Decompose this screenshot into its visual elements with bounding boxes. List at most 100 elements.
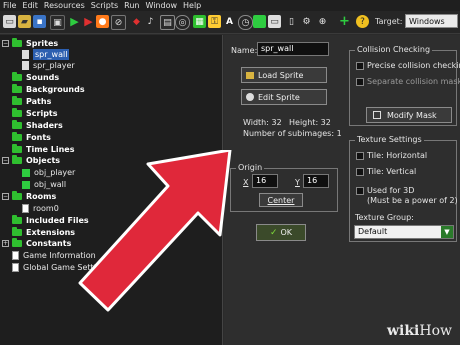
expand-icon[interactable]: + (2, 240, 9, 247)
folder-icon (12, 38, 22, 47)
help-icon[interactable]: ? (356, 15, 369, 28)
timeline-icon[interactable]: ◷ (238, 15, 253, 30)
sprite-file-icon (22, 61, 29, 70)
tree-item-spr-player[interactable]: spr_player (22, 60, 75, 71)
document-icon (12, 263, 19, 272)
subimages-text: Number of subimages: 1 (243, 129, 342, 138)
used-3d-checkbox[interactable] (356, 187, 364, 195)
separate-masks-label: Separate collision masks (367, 77, 460, 86)
new-document-icon[interactable]: ▭ (3, 15, 16, 28)
package-icon[interactable]: ▣ (50, 15, 65, 30)
sprite-file-icon (22, 50, 29, 59)
edit-sprite-icon (246, 93, 254, 101)
shader-icon[interactable]: ⚿ (208, 15, 221, 28)
folder-icon (12, 227, 22, 236)
sound-icon[interactable]: ♪ (144, 15, 157, 28)
menu-resources[interactable]: Resources (41, 0, 88, 11)
tree-item-room0[interactable]: room0 (22, 203, 59, 214)
room-icon[interactable]: ▭ (268, 15, 281, 28)
precise-collision-label: Precise collision checking (367, 61, 460, 70)
object-green-icon (22, 168, 30, 177)
tree-item-spr-wall[interactable]: spr_wall (22, 49, 70, 60)
menu-window[interactable]: Window (142, 0, 180, 11)
ok-button[interactable]: ✓ OK (256, 224, 306, 241)
collapse-icon[interactable]: − (2, 193, 9, 200)
stop-icon[interactable]: ● (96, 15, 109, 28)
add-icon[interactable]: + (338, 14, 351, 29)
room-file-icon (22, 204, 29, 213)
tile-horizontal-label: Tile: Horizontal (367, 151, 428, 160)
height-text: Height: 32 (289, 118, 331, 127)
folder-icon (12, 191, 22, 200)
folder-icon (12, 108, 22, 117)
dropdown-arrow-icon[interactable]: ▼ (441, 226, 453, 238)
save-icon[interactable]: ▪ (33, 15, 46, 28)
menu-bar: File Edit Resources Scripts Run Window H… (0, 0, 460, 11)
object-green-icon (22, 180, 30, 189)
collapse-icon[interactable]: − (2, 40, 9, 47)
wikihow-watermark: wikiHow (386, 323, 452, 339)
tree-item-sounds[interactable]: Sounds (12, 72, 59, 83)
folder-icon (12, 215, 22, 224)
tree-item-objects[interactable]: − Objects (2, 155, 60, 166)
width-text: Width: 32 (243, 118, 282, 127)
tree-item-shaders[interactable]: Shaders (12, 120, 63, 131)
origin-y-input[interactable]: 16 (303, 174, 329, 188)
edit-sprite-button[interactable]: Edit Sprite (241, 89, 327, 105)
target-label: Target: (375, 17, 403, 26)
extensions-icon[interactable]: ⊕ (316, 15, 329, 28)
tree-item-scripts[interactable]: Scripts (12, 108, 58, 119)
background-icon[interactable]: ▤ (160, 15, 175, 30)
game-info-icon[interactable]: ▯ (285, 15, 298, 28)
tile-vertical-label: Tile: Vertical (367, 167, 417, 176)
open-folder-icon[interactable]: ▰ (18, 15, 31, 28)
folder-icon (12, 238, 22, 247)
menu-help[interactable]: Help (180, 0, 204, 11)
texture-group-select[interactable]: Default (354, 225, 454, 239)
modify-mask-button[interactable]: Modify Mask (366, 107, 452, 123)
tree-item-sprites[interactable]: − Sprites (2, 38, 58, 49)
menu-run[interactable]: Run (121, 0, 142, 11)
red-arrow-icon (78, 150, 232, 312)
collision-title: Collision Checking (355, 45, 433, 54)
menu-edit[interactable]: Edit (19, 0, 41, 11)
checkmark-icon: ✓ (269, 227, 278, 238)
target-select[interactable]: Windows (405, 14, 458, 28)
menu-file[interactable]: File (0, 0, 19, 11)
clean-icon[interactable]: ⊘ (111, 15, 126, 30)
y-label: Y (295, 178, 300, 187)
folder-icon (12, 96, 22, 105)
tile-vertical-checkbox[interactable] (356, 168, 364, 176)
folder-icon (12, 132, 22, 141)
precise-collision-checkbox[interactable] (356, 62, 364, 70)
folder-icon (12, 84, 22, 93)
separate-masks-checkbox[interactable] (356, 78, 364, 86)
settings-icon[interactable]: ⚙ (300, 15, 313, 28)
path-icon[interactable]: ◎ (175, 15, 190, 30)
folder-icon (12, 72, 22, 81)
sprite-icon[interactable]: ◆ (130, 15, 143, 28)
run-icon[interactable]: ▶ (68, 15, 81, 28)
center-button[interactable]: Center (259, 193, 303, 207)
script-icon[interactable]: ▦ (193, 15, 206, 28)
open-folder-icon (246, 71, 254, 79)
font-icon[interactable]: A (223, 15, 236, 28)
document-icon (12, 251, 19, 260)
power-of-two-note: (Must be a power of 2) (367, 196, 458, 205)
tree-item-backgrounds[interactable]: Backgrounds (12, 84, 85, 95)
name-input[interactable]: spr_wall (257, 42, 329, 56)
folder-icon (12, 144, 22, 153)
tree-item-paths[interactable]: Paths (12, 96, 51, 107)
menu-scripts[interactable]: Scripts (88, 0, 121, 11)
tile-horizontal-checkbox[interactable] (356, 152, 364, 160)
tree-item-fonts[interactable]: Fonts (12, 132, 51, 143)
collapse-icon[interactable]: − (2, 157, 9, 164)
object-icon[interactable] (253, 15, 266, 28)
mask-icon (373, 111, 381, 119)
load-sprite-button[interactable]: Load Sprite (241, 67, 327, 83)
used-3d-label: Used for 3D (367, 186, 415, 195)
tree-item-rooms[interactable]: − Rooms (2, 191, 56, 202)
name-label: Name: (231, 46, 258, 55)
texture-title: Texture Settings (355, 135, 424, 144)
debug-run-icon[interactable]: ▶ (82, 15, 95, 28)
